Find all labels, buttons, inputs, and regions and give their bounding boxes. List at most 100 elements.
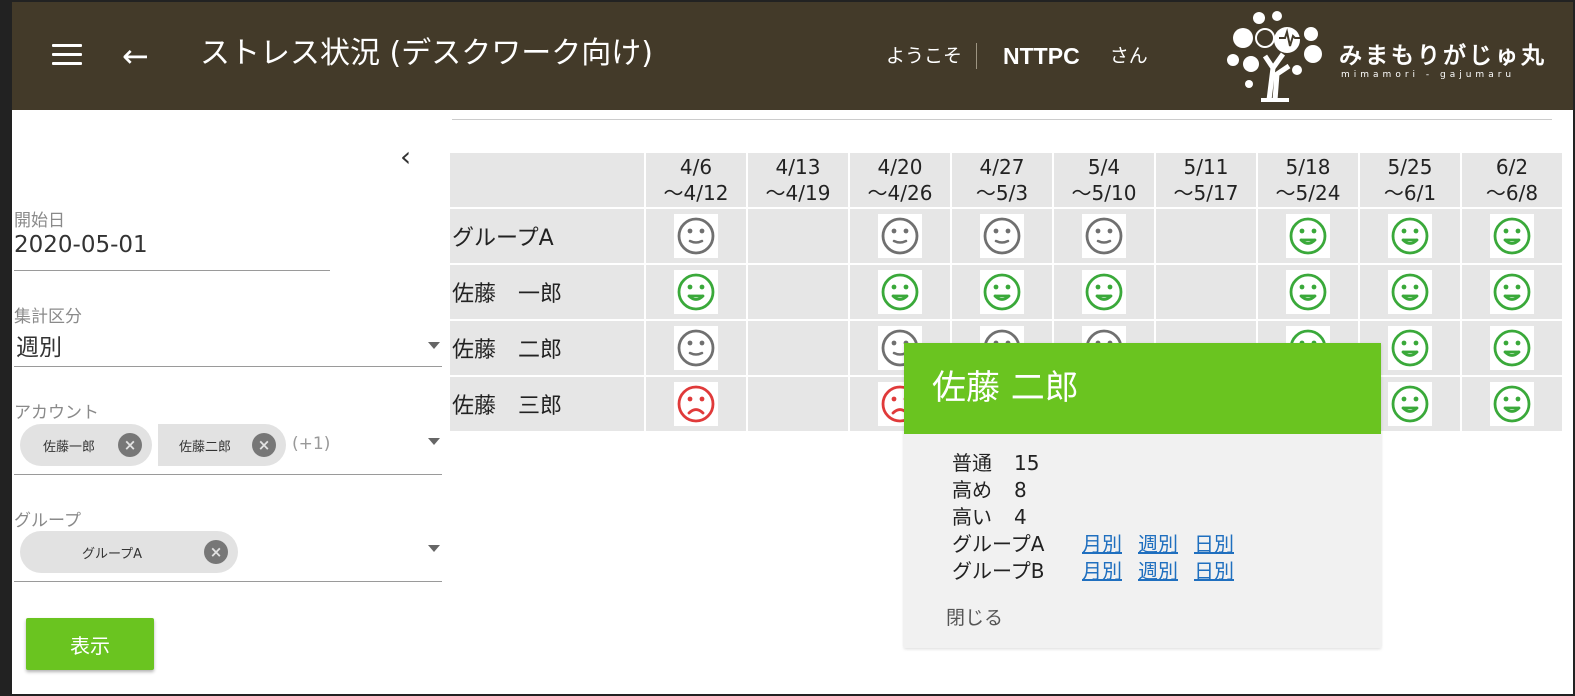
week-to: 〜5/10 bbox=[1071, 181, 1137, 205]
grid-cell[interactable] bbox=[850, 209, 950, 263]
grid-cell[interactable] bbox=[646, 209, 746, 263]
week-header: 4/6 〜4/12 bbox=[646, 153, 746, 207]
collapse-sidebar-icon[interactable]: ‹ bbox=[400, 140, 411, 174]
start-date-input[interactable]: 2020-05-01 bbox=[14, 232, 148, 258]
week-to: 〜4/19 bbox=[765, 181, 831, 205]
remove-chip-icon[interactable]: × bbox=[252, 433, 276, 457]
face-sad-icon[interactable] bbox=[674, 382, 718, 426]
welcome-area: ようこそ NTTPC さん bbox=[886, 40, 1148, 72]
week-from: 5/11 bbox=[1183, 155, 1229, 179]
group-chip[interactable]: グループA × bbox=[20, 531, 238, 573]
face-happy-icon[interactable] bbox=[674, 270, 718, 314]
week-to: 〜6/8 bbox=[1485, 181, 1539, 205]
table-scroll-edge bbox=[452, 110, 1552, 120]
group-label: グループ bbox=[14, 511, 81, 531]
account-chip-label: 佐藤二郎 bbox=[178, 439, 231, 455]
grid-cell[interactable] bbox=[1462, 377, 1562, 431]
group-view-link[interactable]: 日別 bbox=[1194, 558, 1234, 585]
grid-cell[interactable] bbox=[1360, 265, 1460, 319]
grid-cell[interactable] bbox=[646, 321, 746, 375]
face-neutral-icon[interactable] bbox=[674, 326, 718, 370]
week-from: 4/13 bbox=[775, 155, 821, 179]
stat-value: 8 bbox=[1014, 478, 1027, 502]
grid-cell[interactable] bbox=[1258, 265, 1358, 319]
hamburger-menu-icon[interactable] bbox=[52, 44, 82, 66]
grid-cell[interactable] bbox=[952, 209, 1052, 263]
header-corner-cell bbox=[450, 153, 644, 207]
account-chip[interactable]: 佐藤一郎 × bbox=[20, 424, 152, 466]
week-header: 4/20 〜4/26 bbox=[850, 153, 950, 207]
grid-cell[interactable] bbox=[1462, 209, 1562, 263]
group-view-link[interactable]: 月別 bbox=[1082, 558, 1122, 585]
account-more-count: (+1) bbox=[292, 434, 331, 454]
account-dropdown-icon[interactable] bbox=[428, 438, 440, 445]
face-happy-icon[interactable] bbox=[1388, 270, 1432, 314]
face-happy-icon[interactable] bbox=[878, 270, 922, 314]
grid-cell bbox=[748, 265, 848, 319]
app-header: ← ストレス状況 (デスクワーク向け) ようこそ NTTPC さん みまもりがじ… bbox=[0, 0, 1575, 110]
group-row: グループB 月別 週別 日別 bbox=[952, 558, 1381, 585]
account-chip[interactable]: 佐藤二郎 × bbox=[158, 424, 286, 466]
week-header: 5/4 〜5/10 bbox=[1054, 153, 1154, 207]
group-dropdown-icon[interactable] bbox=[428, 545, 440, 552]
close-link[interactable]: 閉じる bbox=[946, 603, 1003, 630]
grid-cell[interactable] bbox=[1462, 321, 1562, 375]
remove-chip-icon[interactable]: × bbox=[118, 433, 142, 457]
face-happy-icon[interactable] bbox=[1286, 214, 1330, 258]
show-button[interactable]: 表示 bbox=[26, 618, 154, 670]
grid-cell bbox=[1156, 209, 1256, 263]
period-dropdown-icon[interactable] bbox=[428, 342, 440, 349]
week-header: 5/25 〜6/1 bbox=[1360, 153, 1460, 207]
stat-row: 普通 15 bbox=[952, 450, 1381, 477]
honorific: さん bbox=[1109, 45, 1148, 67]
face-happy-icon[interactable] bbox=[1388, 382, 1432, 426]
face-happy-icon[interactable] bbox=[1388, 326, 1432, 370]
account-label: アカウント bbox=[14, 403, 99, 423]
tree-logo-icon bbox=[1227, 11, 1322, 102]
stat-label: 高め bbox=[952, 478, 992, 502]
face-happy-icon[interactable] bbox=[980, 270, 1024, 314]
face-happy-icon[interactable] bbox=[1490, 270, 1534, 314]
grid-cell[interactable] bbox=[850, 265, 950, 319]
grid-cell[interactable] bbox=[646, 377, 746, 431]
group-view-link[interactable]: 週別 bbox=[1138, 531, 1178, 558]
grid-cell[interactable] bbox=[952, 265, 1052, 319]
face-happy-icon[interactable] bbox=[1082, 270, 1126, 314]
week-from: 4/27 bbox=[979, 155, 1025, 179]
stat-row: 高い 4 bbox=[952, 504, 1381, 531]
face-happy-icon[interactable] bbox=[1490, 214, 1534, 258]
week-to: 〜4/26 bbox=[867, 181, 933, 205]
page-title: ストレス状況 (デスクワーク向け) bbox=[200, 36, 653, 71]
grid-cell[interactable] bbox=[1054, 265, 1154, 319]
face-happy-icon[interactable] bbox=[1490, 382, 1534, 426]
row-label: 佐藤 二郎 bbox=[450, 321, 644, 375]
grid-cell[interactable] bbox=[1360, 209, 1460, 263]
grid-cell[interactable] bbox=[1054, 209, 1154, 263]
stat-row: 高め 8 bbox=[952, 477, 1381, 504]
face-neutral-icon[interactable] bbox=[980, 214, 1024, 258]
user-name: NTTPC bbox=[1003, 43, 1080, 69]
grid-cell[interactable] bbox=[646, 265, 746, 319]
face-happy-icon[interactable] bbox=[1388, 214, 1432, 258]
start-date-label: 開始日 bbox=[14, 211, 65, 231]
week-to: 〜6/1 bbox=[1383, 181, 1437, 205]
face-neutral-icon[interactable] bbox=[674, 214, 718, 258]
group-view-link[interactable]: 月別 bbox=[1082, 531, 1122, 558]
grid-cell[interactable] bbox=[1462, 265, 1562, 319]
row-label: グループA bbox=[450, 209, 644, 263]
period-label: 集計区分 bbox=[14, 307, 82, 327]
remove-chip-icon[interactable]: × bbox=[204, 540, 228, 564]
grid-cell bbox=[1156, 265, 1256, 319]
face-neutral-icon[interactable] bbox=[878, 214, 922, 258]
week-header: 6/2 〜6/8 bbox=[1462, 153, 1562, 207]
face-neutral-icon[interactable] bbox=[1082, 214, 1126, 258]
grid-cell[interactable] bbox=[1258, 209, 1358, 263]
group-view-link[interactable]: 日別 bbox=[1194, 531, 1234, 558]
back-arrow-icon[interactable]: ← bbox=[122, 36, 149, 76]
popup-body: 普通 15 高め 8 高い 4 グループA 月別 週別 日別 グループB 月別 週別 日別 bbox=[904, 434, 1381, 585]
group-view-link[interactable]: 週別 bbox=[1138, 558, 1178, 585]
face-happy-icon[interactable] bbox=[1286, 270, 1330, 314]
face-happy-icon[interactable] bbox=[1490, 326, 1534, 370]
period-select[interactable]: 週別 bbox=[16, 328, 62, 362]
group-row: グループA 月別 週別 日別 bbox=[952, 531, 1381, 558]
